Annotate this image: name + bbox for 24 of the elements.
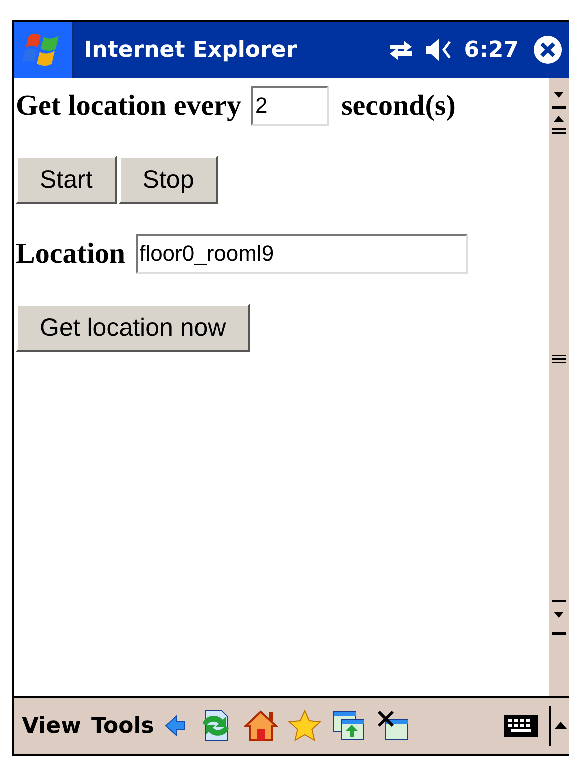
clock-time: 6:27 bbox=[464, 38, 519, 62]
interval-label: Get location every bbox=[16, 90, 242, 122]
window-title: Internet Explorer bbox=[84, 38, 298, 62]
home-icon[interactable] bbox=[244, 709, 278, 743]
back-arrow-icon[interactable] bbox=[164, 713, 188, 739]
unit-label: second(s) bbox=[341, 90, 456, 122]
start-button[interactable] bbox=[14, 22, 74, 78]
input-menu-arrow-icon[interactable] bbox=[549, 706, 569, 746]
action-button[interactable]: Stop bbox=[118, 156, 218, 204]
close-icon bbox=[533, 35, 563, 65]
windows-icon[interactable] bbox=[332, 709, 366, 743]
close-window-icon[interactable] bbox=[376, 709, 410, 743]
scroll-thumb-icon bbox=[552, 354, 566, 364]
scrollbar[interactable] bbox=[549, 78, 569, 696]
get-location-button[interactable]: Get location now bbox=[16, 304, 250, 352]
interval-field[interactable]: 2 bbox=[251, 86, 330, 126]
menu-item[interactable]: Tools bbox=[91, 714, 154, 738]
keyboard-icon[interactable] bbox=[503, 714, 539, 738]
star-icon[interactable] bbox=[288, 709, 322, 743]
location-label: Location bbox=[16, 238, 126, 270]
action-button[interactable]: Start bbox=[16, 156, 117, 204]
connectivity-icon bbox=[388, 39, 414, 61]
location-field[interactable]: floor0_rooml9 bbox=[136, 234, 468, 274]
menu-item[interactable]: View bbox=[22, 714, 82, 738]
